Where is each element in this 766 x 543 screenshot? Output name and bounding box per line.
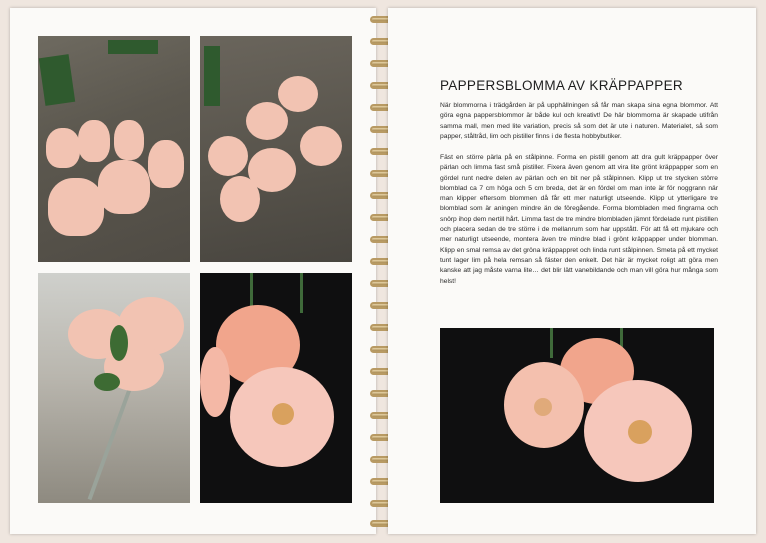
instructions-paragraph: Fäst en större pärla på en stålpinne. Fo… [440, 154, 718, 285]
photo-cut-petals [38, 36, 190, 262]
photo-peach-flowers [200, 273, 352, 503]
intro-paragraph: När blommorna i trädgården är på upphäll… [440, 102, 718, 140]
photo-pink-flowers [440, 328, 714, 503]
left-page [10, 8, 376, 534]
photo-shaped-petals [200, 36, 352, 262]
page-title: PAPPERSBLOMMA AV KRÄPPAPPER [440, 78, 683, 93]
photo-single-flower [38, 273, 190, 503]
right-page: PAPPERSBLOMMA AV KRÄPPAPPER När blommorn… [388, 8, 756, 534]
